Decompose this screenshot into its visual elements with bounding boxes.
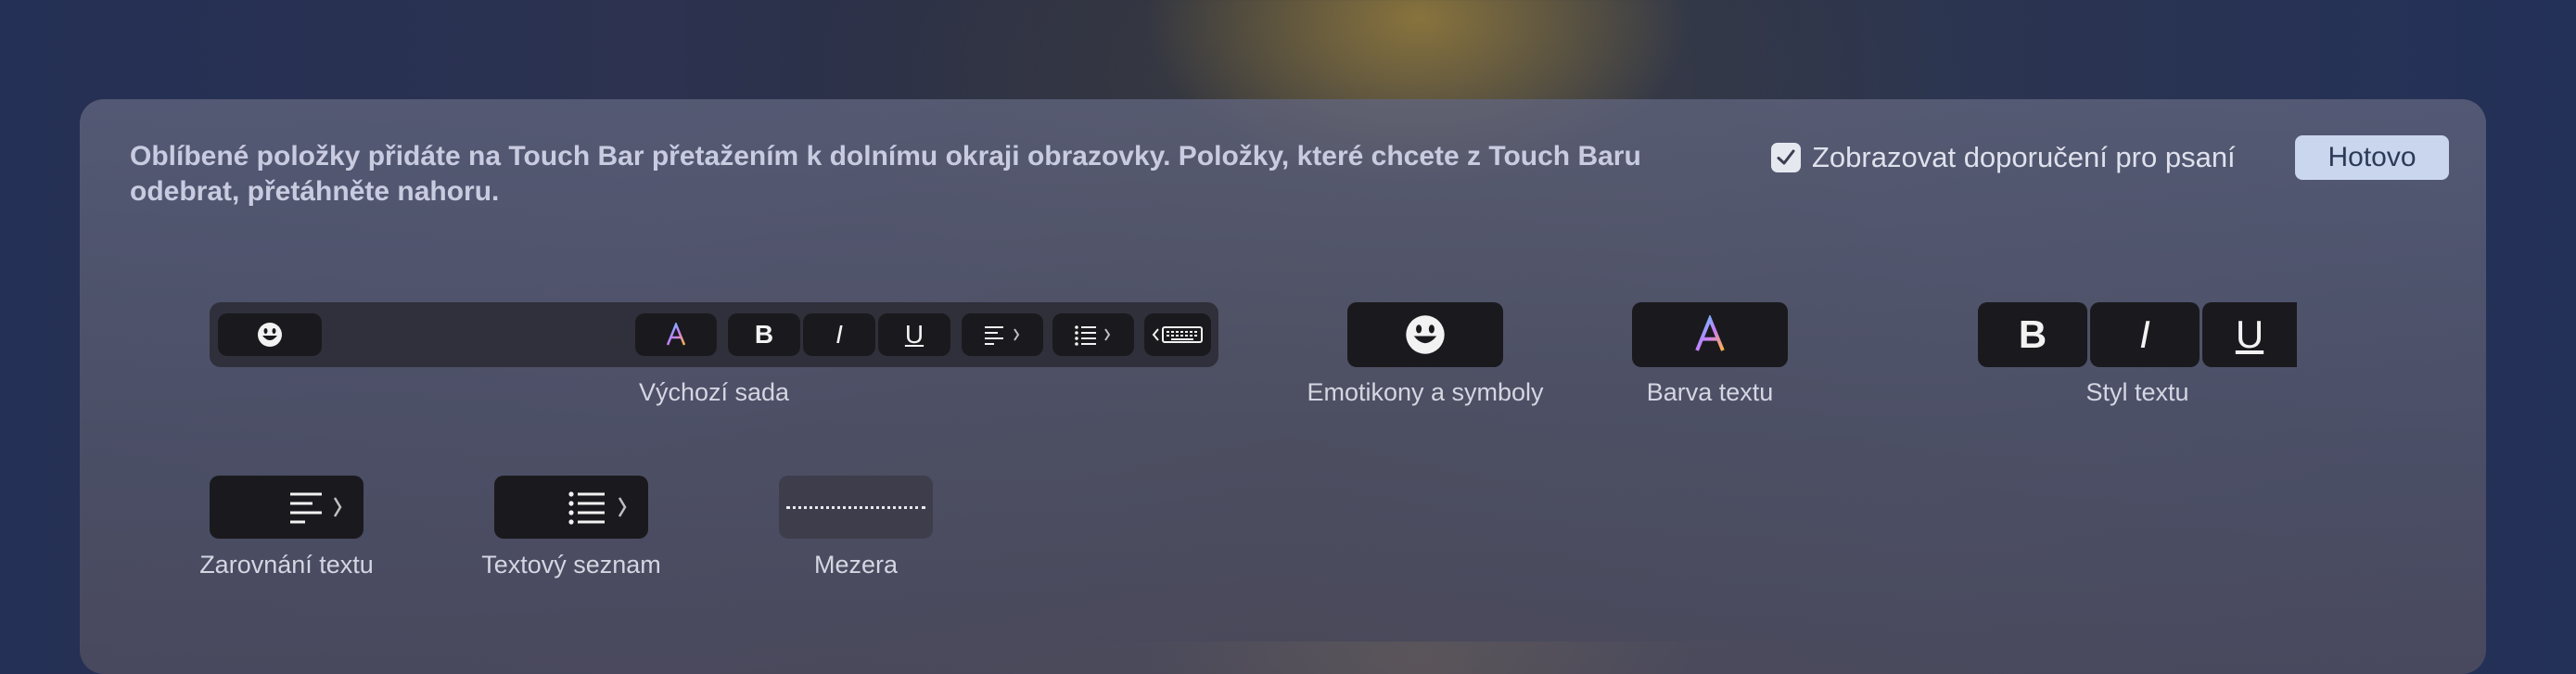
emoji-icon [258, 323, 282, 347]
text-color-icon [1695, 315, 1725, 351]
style-bold-key: B [1978, 302, 2087, 367]
italic-key: I [803, 313, 875, 356]
alignment-key [962, 313, 1043, 356]
space-dots [786, 505, 925, 509]
checkmark-icon [1777, 149, 1795, 165]
default-set-touchbar[interactable]: B I U [210, 302, 1218, 367]
default-set-label: Výchozí sada [638, 378, 790, 406]
suggestions-toggle[interactable]: Zobrazovat doporučení pro psaní [1771, 139, 2236, 176]
list-icon [1075, 325, 1111, 346]
suggestions-checkbox[interactable] [1771, 143, 1801, 172]
emoji-item[interactable] [1347, 302, 1503, 367]
text-list-item[interactable] [494, 476, 648, 539]
text-color-item[interactable] [1632, 302, 1788, 367]
text-color-icon [666, 323, 686, 346]
keyboard-icon [1152, 326, 1203, 343]
bold-key: B [728, 313, 800, 356]
style-italic-key: I [2090, 302, 2200, 367]
list-key [1052, 313, 1134, 356]
underline-key: U [878, 313, 950, 356]
instructions-text: Oblíbené položky přidáte na Touch Bar př… [130, 141, 1641, 207]
done-button[interactable]: Hotovo [2295, 135, 2449, 180]
list-icon [568, 491, 627, 525]
style-underline-key: U [2202, 302, 2297, 367]
suggestions-label: Zobrazovat doporučení pro psaní [1812, 141, 2236, 173]
text-color-key [635, 313, 717, 356]
text-alignment-item[interactable] [210, 476, 363, 539]
keyboard-key [1144, 313, 1211, 356]
space-item[interactable] [779, 476, 933, 539]
text-color-label: Barva textu [1646, 378, 1774, 406]
text-style-label: Styl textu [2085, 378, 2189, 406]
space-label: Mezera [813, 551, 899, 579]
align-left-icon [985, 326, 1020, 345]
emoji-key [218, 313, 322, 356]
align-left-icon [290, 492, 342, 524]
emoji-icon [1406, 315, 1445, 354]
